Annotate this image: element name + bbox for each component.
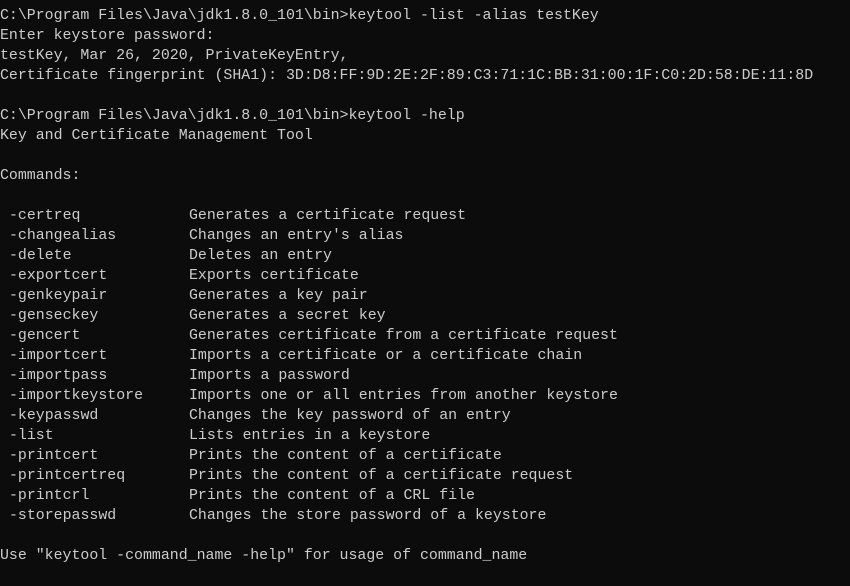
command-row: -list Lists entries in a keystore bbox=[0, 426, 850, 446]
command-description: Generates a certificate request bbox=[189, 208, 467, 224]
command-row: -importkeystore Imports one or all entri… bbox=[0, 386, 850, 406]
command-row: -changealias Changes an entry's alias bbox=[0, 226, 850, 246]
certificate-fingerprint-line: Certificate fingerprint (SHA1): 3D:D8:FF… bbox=[0, 68, 814, 84]
command-name: -printcrl bbox=[9, 488, 90, 504]
command-name: -genkeypair bbox=[9, 288, 108, 304]
command-description: Deletes an entry bbox=[189, 248, 332, 264]
command-name: -certreq bbox=[9, 208, 81, 224]
command-description: Imports a certificate or a certificate c… bbox=[189, 348, 583, 364]
command-row: -importpass Imports a password bbox=[0, 366, 850, 386]
command-row: -exportcert Exports certificate bbox=[0, 266, 850, 286]
command-description: Imports a password bbox=[189, 368, 350, 384]
command-description: Generates a key pair bbox=[189, 288, 368, 304]
command-row: -keypasswd Changes the key password of a… bbox=[0, 406, 850, 426]
command-row: -printcert Prints the content of a certi… bbox=[0, 446, 850, 466]
terminal-console[interactable]: C:\Program Files\Java\jdk1.8.0_101\bin>k… bbox=[0, 0, 850, 574]
tool-title: Key and Certificate Management Tool bbox=[0, 128, 313, 144]
command-name: -list bbox=[9, 428, 54, 444]
command-name: -genseckey bbox=[9, 308, 99, 324]
command-description: Changes the key password of an entry bbox=[189, 408, 511, 424]
password-prompt: Enter keystore password: bbox=[0, 28, 215, 44]
command-name: -keypasswd bbox=[9, 408, 99, 424]
command-description: Prints the content of a certificate bbox=[189, 448, 502, 464]
command-name: -storepasswd bbox=[9, 508, 117, 524]
command-row: -genseckey Generates a secret key bbox=[0, 306, 850, 326]
command-row: -certreq Generates a certificate request bbox=[0, 206, 850, 226]
command-description: Generates certificate from a certificate… bbox=[189, 328, 618, 344]
command-description: Changes the store password of a keystore bbox=[189, 508, 547, 524]
command-description: Prints the content of a CRL file bbox=[189, 488, 475, 504]
command-prompt-line: C:\Program Files\Java\jdk1.8.0_101\bin>k… bbox=[0, 8, 599, 24]
command-row: -printcrl Prints the content of a CRL fi… bbox=[0, 486, 850, 506]
command-description: Exports certificate bbox=[189, 268, 359, 284]
command-name: -gencert bbox=[9, 328, 81, 344]
keystore-entry-line: testKey, Mar 26, 2020, PrivateKeyEntry, bbox=[0, 48, 349, 64]
command-row: -printcertreq Prints the content of a ce… bbox=[0, 466, 850, 486]
command-name: -importpass bbox=[9, 368, 108, 384]
command-name: -exportcert bbox=[9, 268, 108, 284]
command-description: Changes an entry's alias bbox=[189, 228, 404, 244]
command-name: -importcert bbox=[9, 348, 108, 364]
command-description: Lists entries in a keystore bbox=[189, 428, 431, 444]
command-row: -genkeypair Generates a key pair bbox=[0, 286, 850, 306]
command-name: -changealias bbox=[9, 228, 117, 244]
commands-header: Commands: bbox=[0, 168, 81, 184]
command-prompt-line: C:\Program Files\Java\jdk1.8.0_101\bin>k… bbox=[0, 108, 465, 124]
command-row: -importcert Imports a certificate or a c… bbox=[0, 346, 850, 366]
command-name: -delete bbox=[9, 248, 72, 264]
command-description: Prints the content of a certificate requ… bbox=[189, 468, 574, 484]
command-description: Imports one or all entries from another … bbox=[189, 388, 618, 404]
command-row: -gencert Generates certificate from a ce… bbox=[0, 326, 850, 346]
command-description: Generates a secret key bbox=[189, 308, 386, 324]
command-row: -delete Deletes an entry bbox=[0, 246, 850, 266]
command-name: -importkeystore bbox=[9, 388, 144, 404]
command-name: -printcertreq bbox=[9, 468, 126, 484]
command-name: -printcert bbox=[9, 448, 99, 464]
command-row: -storepasswd Changes the store password … bbox=[0, 506, 850, 526]
usage-line: Use "keytool -command_name -help" for us… bbox=[0, 548, 528, 564]
